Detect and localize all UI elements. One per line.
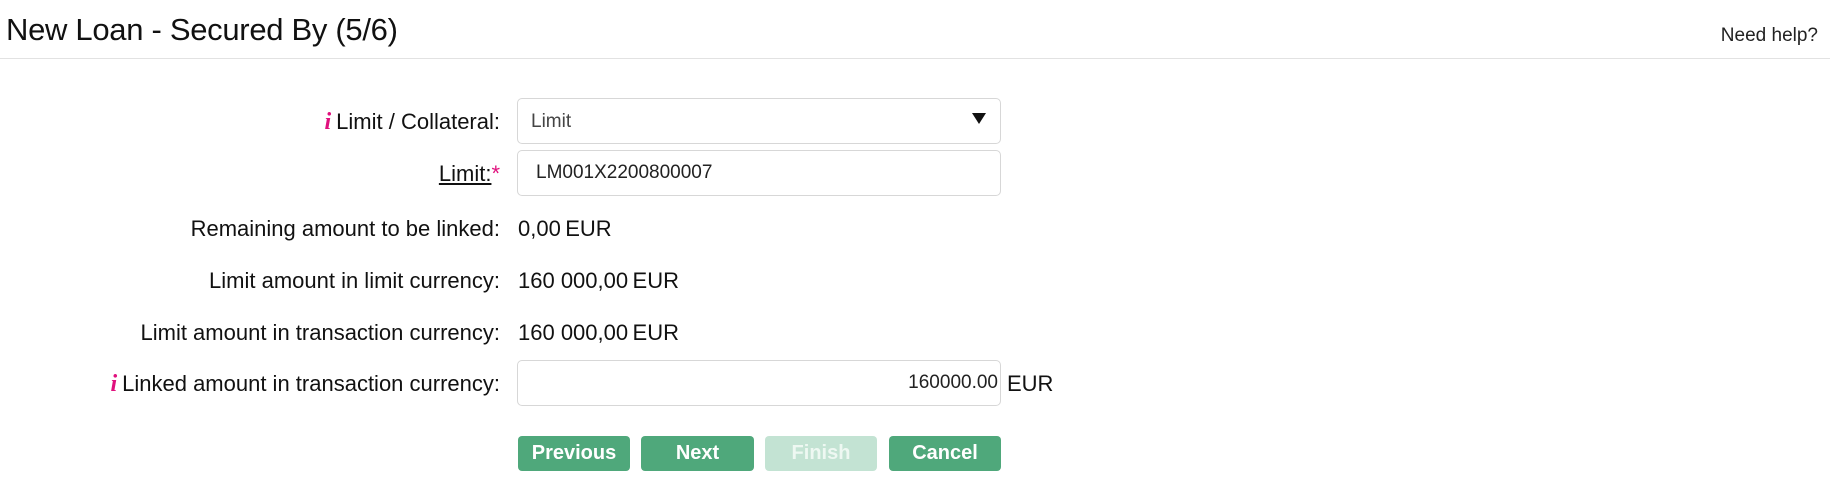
cancel-button[interactable]: Cancel — [889, 436, 1001, 471]
limit-collateral-select[interactable]: Limit — [517, 98, 1001, 144]
next-button[interactable]: Next — [641, 436, 754, 471]
limit-collateral-selected-value: Limit — [531, 111, 572, 132]
remaining-amount-value: 0,00 EUR — [518, 216, 612, 241]
remaining-amount-label: Remaining amount to be linked: — [190, 216, 500, 241]
limit-row: Limit:* — [0, 150, 1830, 198]
limit-input[interactable] — [518, 151, 1000, 195]
linked-amount-input-wrapper — [517, 360, 1001, 406]
linked-amount-label: i Linked amount in transaction currency: — [110, 371, 500, 397]
linked-amount-input[interactable] — [518, 361, 1000, 405]
limit-label: Limit:* — [438, 161, 500, 186]
need-help-link[interactable]: Need help? — [1721, 25, 1818, 47]
limit-input-wrapper — [517, 150, 1001, 196]
previous-button[interactable]: Previous — [518, 436, 630, 471]
page-title: New Loan - Secured By (5/6) — [6, 12, 398, 47]
limit-amount-limit-currency-value: 160 000,00 EUR — [518, 268, 679, 293]
limit-collateral-row: i Limit / Collateral: Limit — [0, 98, 1830, 146]
limit-amount-transaction-currency-value: 160 000,00 EUR — [518, 320, 679, 345]
linked-amount-row: i Linked amount in transaction currency: … — [0, 360, 1830, 408]
caret-down-icon — [972, 113, 986, 124]
limit-amount-transaction-currency-row: Limit amount in transaction currency: 16… — [0, 309, 1830, 357]
limit-amount-limit-currency-label: Limit amount in limit currency: — [209, 268, 500, 293]
info-icon[interactable]: i — [110, 371, 117, 397]
finish-button[interactable]: Finish — [765, 436, 877, 471]
limit-amount-limit-currency-row: Limit amount in limit currency: 160 000,… — [0, 257, 1830, 305]
linked-amount-currency: EUR — [1007, 371, 1054, 396]
limit-collateral-label: i Limit / Collateral: — [324, 109, 500, 135]
limit-amount-transaction-currency-label: Limit amount in transaction currency: — [140, 320, 501, 345]
remaining-amount-row: Remaining amount to be linked: 0,00 EUR — [0, 205, 1830, 253]
required-marker: * — [491, 161, 500, 186]
info-icon[interactable]: i — [324, 109, 331, 135]
page-header: New Loan - Secured By (5/6) Need help? — [0, 0, 1830, 59]
